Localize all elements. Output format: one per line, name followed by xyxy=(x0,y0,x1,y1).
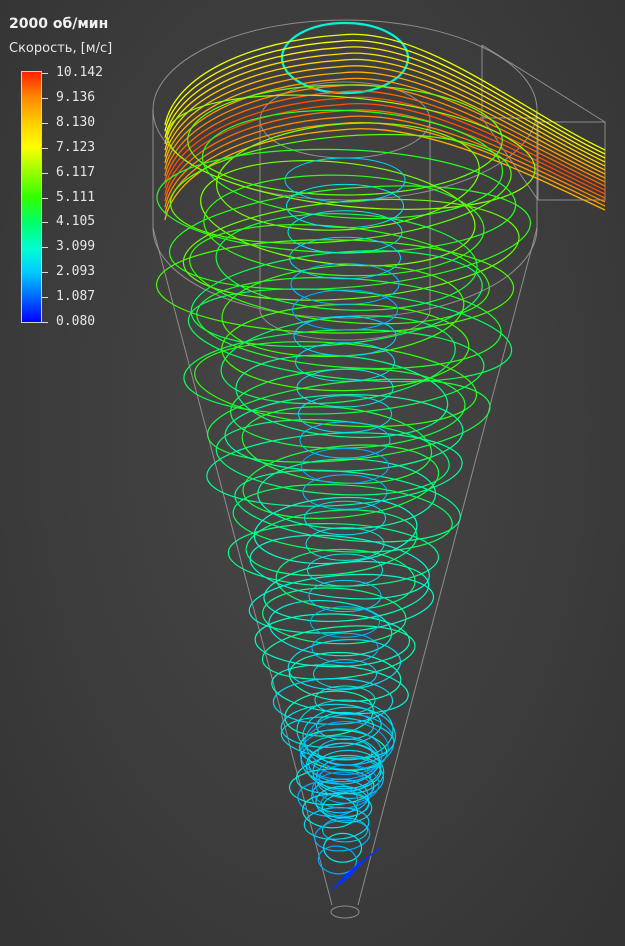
colorbar-tick-label: 0.080 xyxy=(56,314,96,329)
colorbar-tick xyxy=(42,247,48,249)
core-streamline xyxy=(301,447,389,485)
colorbar-tick xyxy=(42,172,48,174)
core-streamline xyxy=(289,236,401,280)
colorbar-tick xyxy=(42,222,48,224)
core-streamline xyxy=(305,527,385,561)
3d-viewport[interactable]: 2000 об/мин Скорость, [м/с] 10.142 9.136 8… xyxy=(0,0,625,946)
swirl-streamline xyxy=(257,458,437,530)
colorbar-tick-label: 6.117 xyxy=(56,164,96,180)
colorbar-tick xyxy=(42,147,48,149)
colorbar-tick-label: 1.087 xyxy=(56,289,96,305)
colorbar-tick-label: 3.099 xyxy=(56,239,96,255)
vortex-finder-walls xyxy=(259,120,431,310)
colorbar-tick-label: 9.136 xyxy=(56,89,96,105)
velocity-colorbar xyxy=(21,71,42,323)
dust-outlet xyxy=(330,905,360,919)
swirl-streamline xyxy=(262,587,407,645)
velocity-streamlines xyxy=(156,21,606,891)
swirl-streamline xyxy=(275,548,416,610)
colorbar-tick xyxy=(42,197,48,199)
swirl-streamline xyxy=(206,432,463,507)
swirl-streamline xyxy=(187,288,513,383)
colorbar-tick-label: 7.123 xyxy=(56,139,96,155)
colorbar-tick xyxy=(42,272,48,274)
vortex-finder-bottom xyxy=(259,309,431,341)
colorbar-tick xyxy=(42,322,48,323)
colorbar-tick-label: 5.111 xyxy=(56,189,96,205)
colorbar-tick-label: 10.142 xyxy=(56,65,103,80)
swirl-streamline xyxy=(248,573,435,634)
core-streamline xyxy=(307,553,383,587)
cone-right-edge xyxy=(357,227,538,906)
colorbar-tick xyxy=(42,297,48,299)
colorbar-tick xyxy=(42,73,48,74)
swirl-streamline xyxy=(271,664,409,715)
colorbar-tick-label: 4.105 xyxy=(56,214,96,230)
core-streamline xyxy=(299,421,391,459)
colorbar-tick-label: 2.093 xyxy=(56,264,96,280)
case-title: 2000 об/мин xyxy=(9,16,109,32)
inlet-streamline xyxy=(164,33,606,151)
colorbar-quantity-label: Скорость, [м/с] xyxy=(9,41,113,56)
core-streamline xyxy=(302,474,388,510)
bottom-swirl-streamline xyxy=(302,721,389,775)
colorbar-tick-label: 8.130 xyxy=(56,114,96,130)
swirl-streamline xyxy=(235,354,449,439)
colorbar-tick xyxy=(42,122,48,124)
swirl-streamline xyxy=(314,819,371,852)
colorbar-tick xyxy=(42,97,48,99)
